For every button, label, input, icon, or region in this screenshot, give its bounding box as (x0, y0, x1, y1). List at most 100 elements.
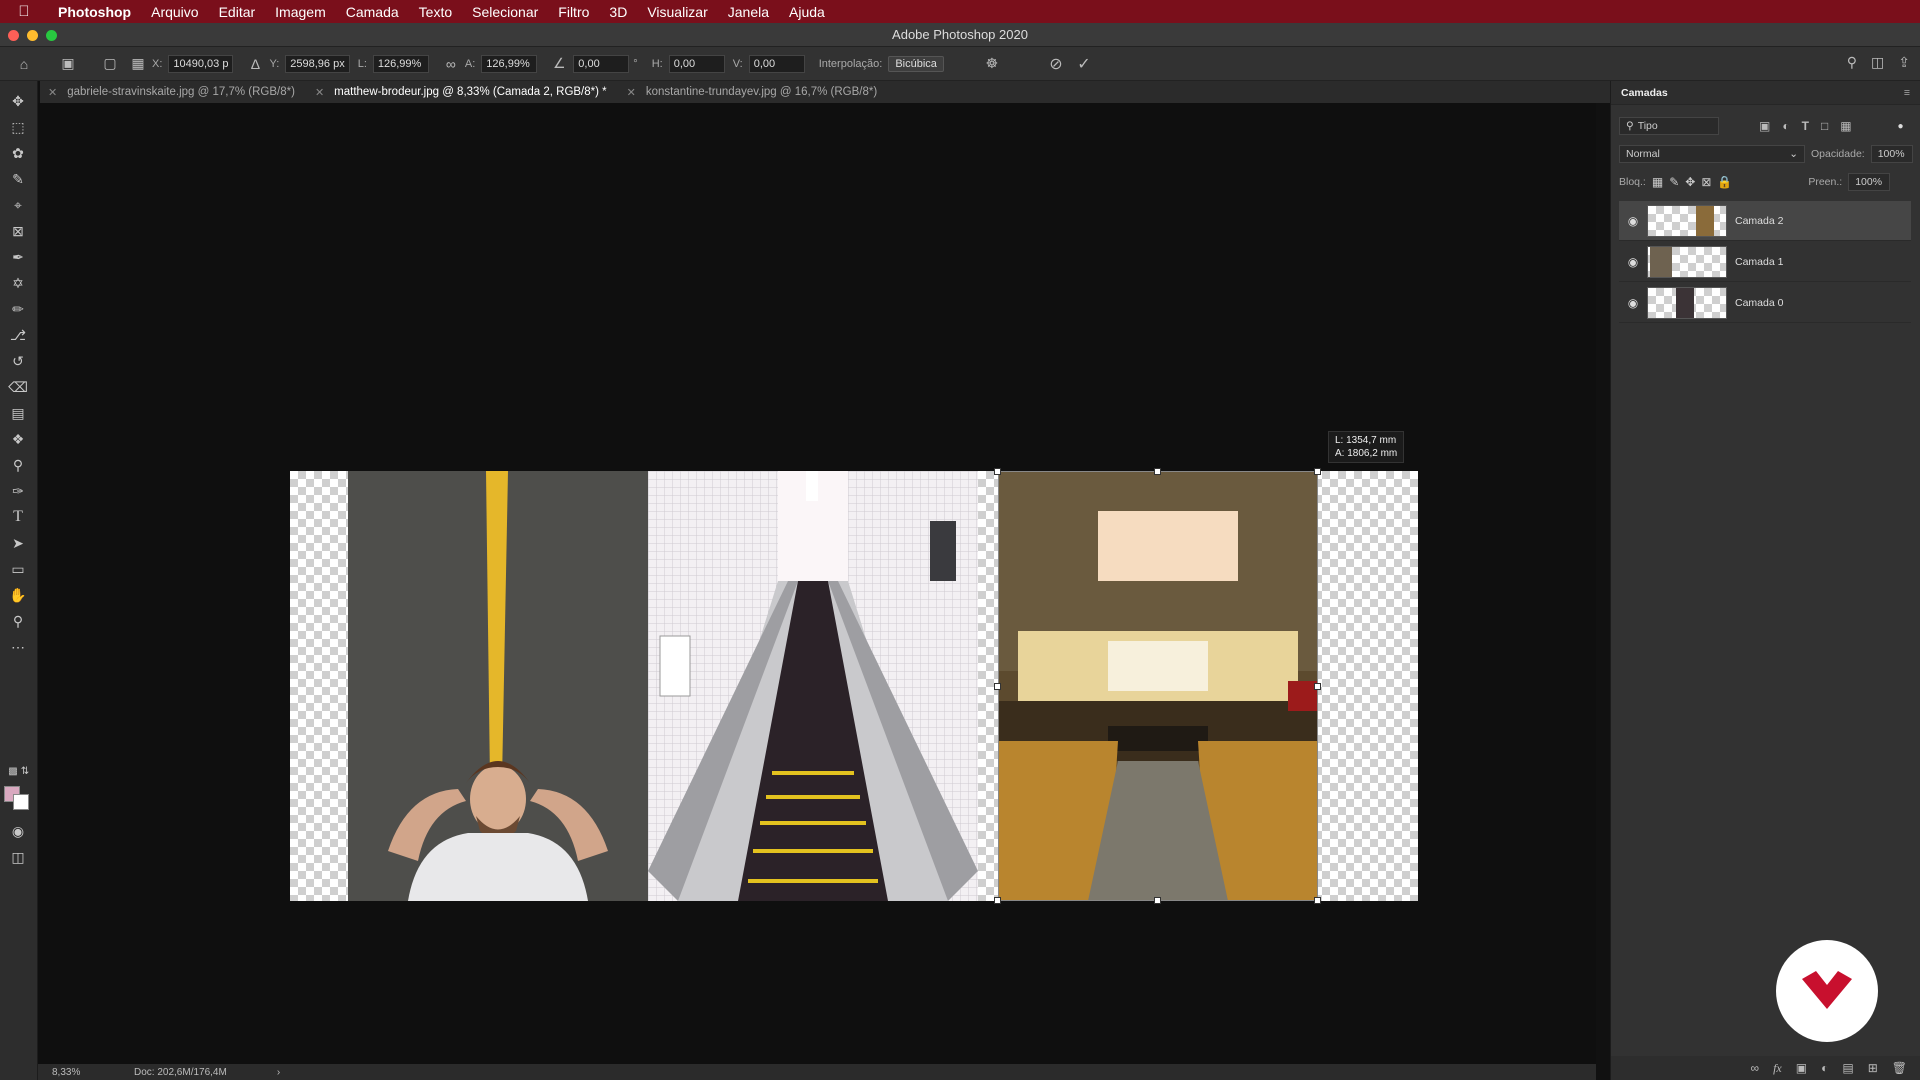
lock-position-icon[interactable]: ✥ (1685, 175, 1695, 189)
tab-konstantine[interactable]: ✕ konstantine-trundayev.jpg @ 16,7% (RGB/… (619, 81, 890, 103)
quick-selection-tool-icon[interactable]: ✎ (7, 169, 29, 189)
horizontal-skew-field[interactable]: 0,00 (668, 54, 725, 73)
lock-artboard-icon[interactable]: ⊠ (1701, 175, 1711, 189)
close-tab-icon[interactable]: ✕ (627, 86, 636, 99)
fx-icon[interactable]: fx (1773, 1061, 1782, 1076)
menu-janela[interactable]: Janela (718, 4, 779, 20)
link-icon[interactable]: ∞ (441, 54, 461, 74)
apple-icon[interactable]:  (0, 3, 48, 20)
move-tool-icon[interactable]: ✥ (7, 91, 29, 111)
filter-shape-icon[interactable]: □ (1821, 119, 1828, 133)
healing-brush-tool-icon[interactable]: ✡ (7, 273, 29, 293)
eraser-tool-icon[interactable]: ⌫ (7, 377, 29, 397)
minimize-window-button[interactable] (27, 30, 38, 41)
delta-icon[interactable]: Δ (245, 54, 265, 74)
menu-filtro[interactable]: Filtro (548, 4, 599, 20)
filter-type-icon[interactable]: T (1802, 119, 1809, 133)
commit-transform-icon[interactable]: ✓ (1074, 54, 1094, 74)
home-icon[interactable]: ⌂ (14, 54, 34, 74)
menu-texto[interactable]: Texto (409, 4, 462, 20)
interpolation-select[interactable]: Bicúbica (888, 55, 944, 72)
fill-field[interactable]: 100% (1848, 173, 1891, 191)
lock-image-icon[interactable]: ✎ (1669, 175, 1679, 189)
layer-name[interactable]: Camada 0 (1735, 297, 1783, 309)
layer-name[interactable]: Camada 1 (1735, 256, 1783, 268)
hand-tool-icon[interactable]: ✋ (7, 585, 29, 605)
clone-stamp-tool-icon[interactable]: ⎇ (7, 325, 29, 345)
delete-layer-icon[interactable]: 🗑 (1892, 1061, 1907, 1075)
new-group-icon[interactable]: ▤ (1842, 1061, 1853, 1075)
tab-gabriele[interactable]: ✕ gabriele-stravinskaite.jpg @ 17,7% (RGB… (40, 81, 307, 103)
y-position-field[interactable]: 2598,96 px (285, 54, 350, 73)
warp-icon[interactable]: ☸ (982, 54, 1002, 74)
background-color-swatch[interactable] (13, 794, 29, 810)
menu-editar[interactable]: Editar (209, 4, 266, 20)
canvas-area[interactable]: L: 1354,7 mm A: 1806,2 mm (38, 103, 1596, 1064)
history-brush-tool-icon[interactable]: ↺ (7, 351, 29, 371)
layer-row-camada-1[interactable]: ◉ Camada 1 (1619, 242, 1911, 282)
status-menu-arrow[interactable]: › (277, 1067, 280, 1078)
share-icon[interactable]: ⇪ (1898, 54, 1910, 71)
document-canvas[interactable] (290, 468, 1418, 904)
cancel-transform-icon[interactable]: ⊘ (1046, 54, 1066, 74)
menu-visualizar[interactable]: Visualizar (637, 4, 717, 20)
eyedropper-tool-icon[interactable]: ✒ (7, 247, 29, 267)
transform-handle-top-right[interactable] (1314, 468, 1321, 475)
rotation-field[interactable]: 0,00 (573, 54, 630, 73)
reference-point-checkbox[interactable]: ▢ (100, 54, 120, 74)
transform-bounding-box[interactable] (998, 471, 1318, 901)
tab-matthew[interactable]: ✕ matthew-brodeur.jpg @ 8,33% (Camada 2, … (307, 81, 619, 103)
marquee-tool-icon[interactable]: ⬚ (7, 117, 29, 137)
adjustment-layer-icon[interactable]: ◐ (1821, 1061, 1828, 1075)
layer-name[interactable]: Camada 2 (1735, 215, 1783, 227)
transform-handle-bottom-left[interactable] (994, 897, 1001, 904)
close-tab-icon[interactable]: ✕ (315, 86, 324, 99)
transform-handle-right[interactable] (1314, 683, 1321, 690)
menu-3d[interactable]: 3D (599, 4, 637, 20)
type-tool-icon[interactable]: T (7, 507, 29, 527)
menu-imagem[interactable]: Imagem (265, 4, 336, 20)
height-field[interactable]: 126,99% (481, 54, 538, 73)
pen-tool-icon[interactable]: ✑ (7, 481, 29, 501)
path-selection-tool-icon[interactable]: ➤ (7, 533, 29, 553)
gradient-tool-icon[interactable]: ▤ (7, 403, 29, 423)
transform-handle-top[interactable] (1154, 468, 1161, 475)
transform-handle-bottom[interactable] (1154, 897, 1161, 904)
menu-arquivo[interactable]: Arquivo (141, 4, 208, 20)
filter-adjustment-icon[interactable]: ◐ (1782, 119, 1789, 133)
frame-tool-icon[interactable]: ⊠ (7, 221, 29, 241)
menu-camada[interactable]: Camada (336, 4, 409, 20)
layer-row-camada-2[interactable]: ◉ Camada 2 (1619, 201, 1911, 241)
transform-handle-bottom-right[interactable] (1314, 897, 1321, 904)
more-tools-icon[interactable]: ⋯ (7, 637, 29, 657)
vertical-skew-field[interactable]: 0,00 (748, 54, 805, 73)
layer-row-camada-0[interactable]: ◉ Camada 0 (1619, 283, 1911, 323)
link-layers-icon[interactable]: ∞ (1751, 1061, 1760, 1075)
menu-ajuda[interactable]: Ajuda (779, 4, 835, 20)
filter-smart-object-icon[interactable]: ▦ (1840, 119, 1851, 133)
eye-icon[interactable]: ◉ (1619, 296, 1647, 310)
screen-mode-icon[interactable]: ◫ (7, 847, 29, 867)
workspace-icon[interactable]: ◫ (1871, 54, 1884, 71)
crop-tool-icon[interactable]: ⌖ (7, 195, 29, 215)
transform-handle-top-left[interactable] (994, 468, 1001, 475)
add-mask-icon[interactable]: ▣ (1796, 1061, 1807, 1075)
x-position-field[interactable]: 10490,03 p (168, 54, 234, 73)
width-field[interactable]: 126,99% (372, 54, 429, 73)
search-icon[interactable]: ⚲ (1847, 54, 1857, 71)
menu-photoshop[interactable]: Photoshop (48, 4, 141, 20)
lock-all-icon[interactable]: 🔒 (1717, 175, 1732, 189)
close-tab-icon[interactable]: ✕ (48, 86, 57, 99)
eye-icon[interactable]: ◉ (1619, 214, 1647, 228)
blend-mode-select[interactable]: Normal ⌄ (1619, 145, 1805, 163)
menu-selecionar[interactable]: Selecionar (462, 4, 548, 20)
panel-menu-icon[interactable]: ≡ (1904, 87, 1910, 99)
quick-mask-icon[interactable]: ◉ (7, 821, 29, 841)
reference-point-grid-icon[interactable]: ▦ (128, 54, 148, 74)
zoom-window-button[interactable] (46, 30, 57, 41)
dodge-tool-icon[interactable]: ⚲ (7, 455, 29, 475)
new-layer-icon[interactable]: ⊞ (1868, 1061, 1878, 1075)
transform-handle-left[interactable] (994, 683, 1001, 690)
brush-tool-icon[interactable]: ✏ (7, 299, 29, 319)
close-window-button[interactable] (8, 30, 19, 41)
